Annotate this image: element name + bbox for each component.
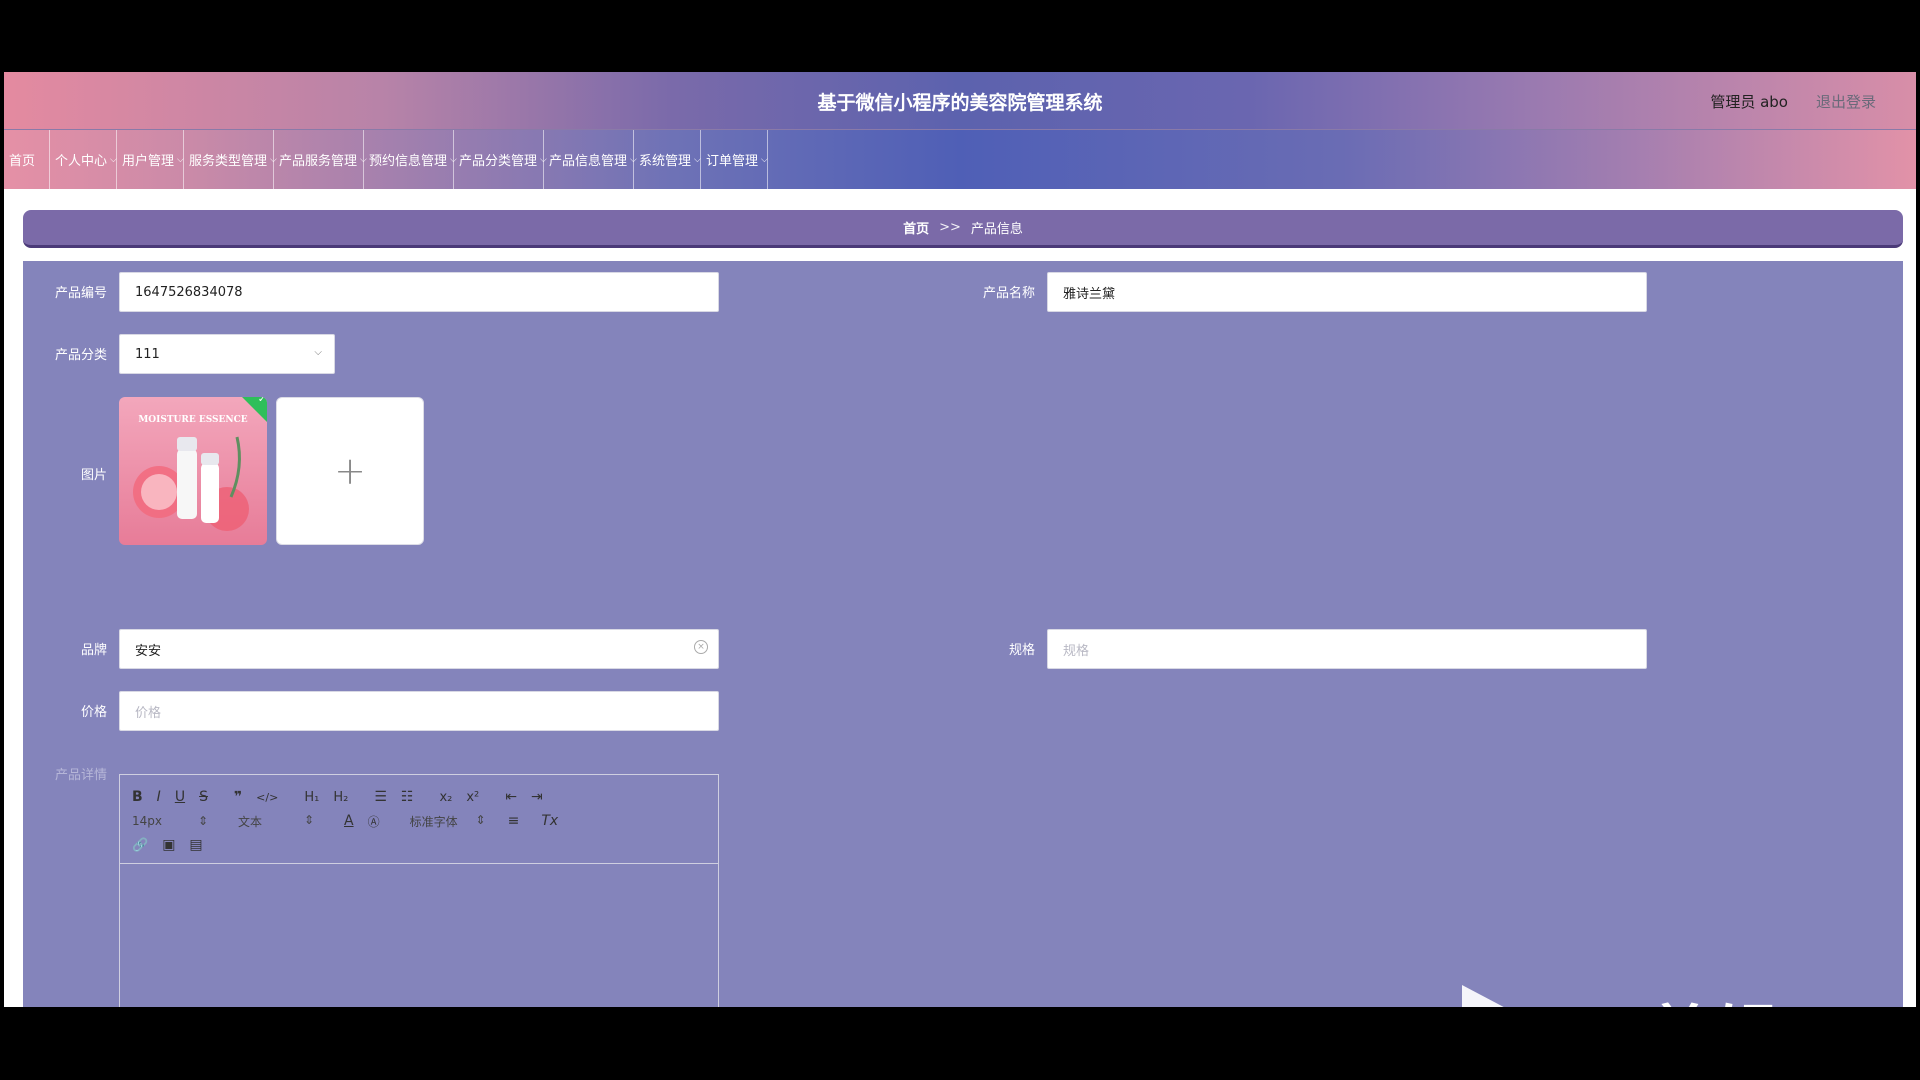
ev-watermark: ev剪辑 <box>1454 977 1824 1007</box>
nav-item-label: 产品信息管理 <box>549 154 628 169</box>
outdent-icon[interactable]: ⇤ <box>505 789 517 805</box>
underline-icon[interactable]: U <box>175 789 185 805</box>
brand-value: 安安 <box>135 643 162 659</box>
nav-item-product-service-management[interactable]: 产品服务管理 ⌵ <box>274 130 367 189</box>
font-family-select[interactable]: 标准字体 ⇕ <box>410 813 486 830</box>
product-code-label: 产品编号 <box>54 286 107 301</box>
video-icon[interactable]: ▤ <box>189 837 202 853</box>
nav-item-label: 用户管理 <box>122 154 175 169</box>
font-size-select[interactable]: 14px ⇕ <box>132 814 208 828</box>
select-arrows-icon: ⇕ <box>475 812 486 827</box>
indent-icon[interactable]: ⇥ <box>531 789 543 805</box>
product-category-select[interactable]: 111 ⌵ <box>119 334 335 374</box>
nav-item-label: 产品分类管理 <box>459 154 538 169</box>
top-nav: 首页 个人中心 ⌵ 用户管理 ⌵ 服务类型管理 ⌵ 产品服务管理 ⌵ 预约信息管理 ⌵ 产… <box>4 130 1916 189</box>
nav-item-label: 产品服务管理 <box>279 154 358 169</box>
nav-item-home[interactable]: 首页 <box>4 130 50 189</box>
nav-item-label: 订单管理 <box>706 154 759 169</box>
align-icon[interactable]: ≡ <box>508 813 520 829</box>
font-size-value: 14px <box>132 814 162 828</box>
brand-field[interactable]: 安安 × <box>119 629 719 669</box>
ordered-list-icon[interactable]: ☰ <box>374 789 387 805</box>
nav-item-service-type-management[interactable]: 服务类型管理 ⌵ <box>184 130 277 189</box>
image-upload-button[interactable]: + <box>276 397 424 545</box>
image-icon[interactable]: ▣ <box>162 837 175 853</box>
price-label: 价格 <box>80 705 107 720</box>
brand-label: 品牌 <box>80 643 107 658</box>
breadcrumb-current: 产品信息 <box>970 222 1023 237</box>
text-style-value: 文本 <box>238 814 263 829</box>
product-code-field[interactable]: 1647526834078 <box>119 272 719 312</box>
nav-item-label: 首页 <box>9 154 36 169</box>
clear-icon[interactable]: × <box>694 640 708 654</box>
product-category-label: 产品分类 <box>54 348 107 363</box>
nav-item-appointment-management[interactable]: 预约信息管理 ⌵ <box>364 130 457 189</box>
nav-item-label: 服务类型管理 <box>189 154 268 169</box>
product-category-value: 111 <box>135 346 160 362</box>
subscript-icon[interactable]: x₂ <box>439 790 452 805</box>
app-title: 基于微信小程序的美容院管理系统 <box>817 92 1103 114</box>
bullet-list-icon[interactable]: ☷ <box>401 789 414 805</box>
nav-item-system-management[interactable]: 系统管理 ⌵ <box>634 130 701 189</box>
breadcrumb-separator: >> <box>939 220 961 235</box>
clear-format-icon[interactable]: Tx <box>541 813 558 829</box>
background-color-icon[interactable]: Ⓐ <box>368 813 380 830</box>
nav-item-order-management[interactable]: 订单管理 ⌵ <box>701 130 768 189</box>
play-logo-icon <box>1462 985 1504 1007</box>
chevron-down-icon: ⌵ <box>177 154 184 165</box>
nav-item-label: 个人中心 <box>55 154 108 169</box>
spec-field[interactable]: 规格 <box>1047 629 1647 669</box>
chevron-down-icon: ⌵ <box>694 154 701 165</box>
chevron-down-icon: ⌵ <box>314 347 322 358</box>
nav-item-personal-center[interactable]: 个人中心 ⌵ <box>50 130 117 189</box>
check-icon: ✓ <box>257 397 267 405</box>
superscript-icon[interactable]: x² <box>466 790 479 805</box>
product-name-field[interactable]: 雅诗兰黛 <box>1047 272 1647 312</box>
chevron-down-icon: ⌵ <box>761 154 768 165</box>
price-field[interactable]: 价格 <box>119 691 719 731</box>
nav-item-product-info-management[interactable]: 产品信息管理 ⌵ <box>544 130 637 189</box>
select-arrows-icon: ⇕ <box>197 814 208 828</box>
heading-1-icon[interactable]: H₁ <box>304 790 319 805</box>
product-name-label: 产品名称 <box>982 286 1035 301</box>
code-block-icon[interactable]: </> <box>256 791 278 804</box>
editor-content-area[interactable] <box>120 864 718 1007</box>
chevron-down-icon: ⌵ <box>110 154 117 165</box>
rich-text-editor[interactable]: B I U S ❞ </> H₁ H₂ ☰ ☷ x₂ x² ⇤ ⇥ 14px ⇕ <box>119 774 719 1007</box>
editor-toolbar: B I U S ❞ </> H₁ H₂ ☰ ☷ x₂ x² ⇤ ⇥ 14px ⇕ <box>120 775 718 864</box>
text-style-select[interactable]: 文本 ⇕ <box>238 813 314 830</box>
logout-button[interactable]: 退出登录 <box>1816 91 1876 112</box>
app-window: 基于微信小程序的美容院管理系统 管理员 abo 退出登录 首页 个人中心 ⌵ 用户… <box>4 72 1916 1007</box>
select-arrows-icon: ⇕ <box>303 812 314 827</box>
nav-item-label: 预约信息管理 <box>369 154 448 169</box>
font-family-value: 标准字体 <box>409 814 458 829</box>
app-header: 基于微信小程序的美容院管理系统 管理员 abo 退出登录 <box>4 72 1916 130</box>
product-form: 产品编号 1647526834078 产品名称 雅诗兰黛 产品分类 111 ⌵ … <box>23 261 1903 1007</box>
spec-label: 规格 <box>1008 643 1035 658</box>
blockquote-icon[interactable]: ❞ <box>234 789 242 805</box>
details-label: 产品详情 <box>54 768 107 783</box>
nav-item-label: 系统管理 <box>639 154 692 169</box>
user-label: 管理员 abo <box>1710 93 1788 111</box>
image-label: 图片 <box>80 468 107 483</box>
breadcrumb-home[interactable]: 首页 <box>903 218 929 237</box>
strikethrough-icon[interactable]: S <box>199 789 208 805</box>
bold-icon[interactable]: B <box>132 789 143 805</box>
thumb-caption: MOISTURE ESSENCE <box>138 415 248 425</box>
nav-item-product-category-management[interactable]: 产品分类管理 ⌵ <box>454 130 547 189</box>
heading-2-icon[interactable]: H₂ <box>333 790 348 805</box>
plus-icon: + <box>334 449 366 493</box>
watermark-text: ev剪辑 <box>1559 985 1780 1007</box>
nav-item-user-management[interactable]: 用户管理 ⌵ <box>117 130 184 189</box>
text-color-icon[interactable]: A <box>344 813 354 829</box>
italic-icon[interactable]: I <box>157 789 161 805</box>
breadcrumb: 首页 >> 产品信息 <box>23 210 1903 248</box>
product-image-thumbnail[interactable]: MOISTURE ESSENCE ✓ <box>119 397 267 545</box>
link-icon[interactable]: 🔗 <box>132 838 148 853</box>
